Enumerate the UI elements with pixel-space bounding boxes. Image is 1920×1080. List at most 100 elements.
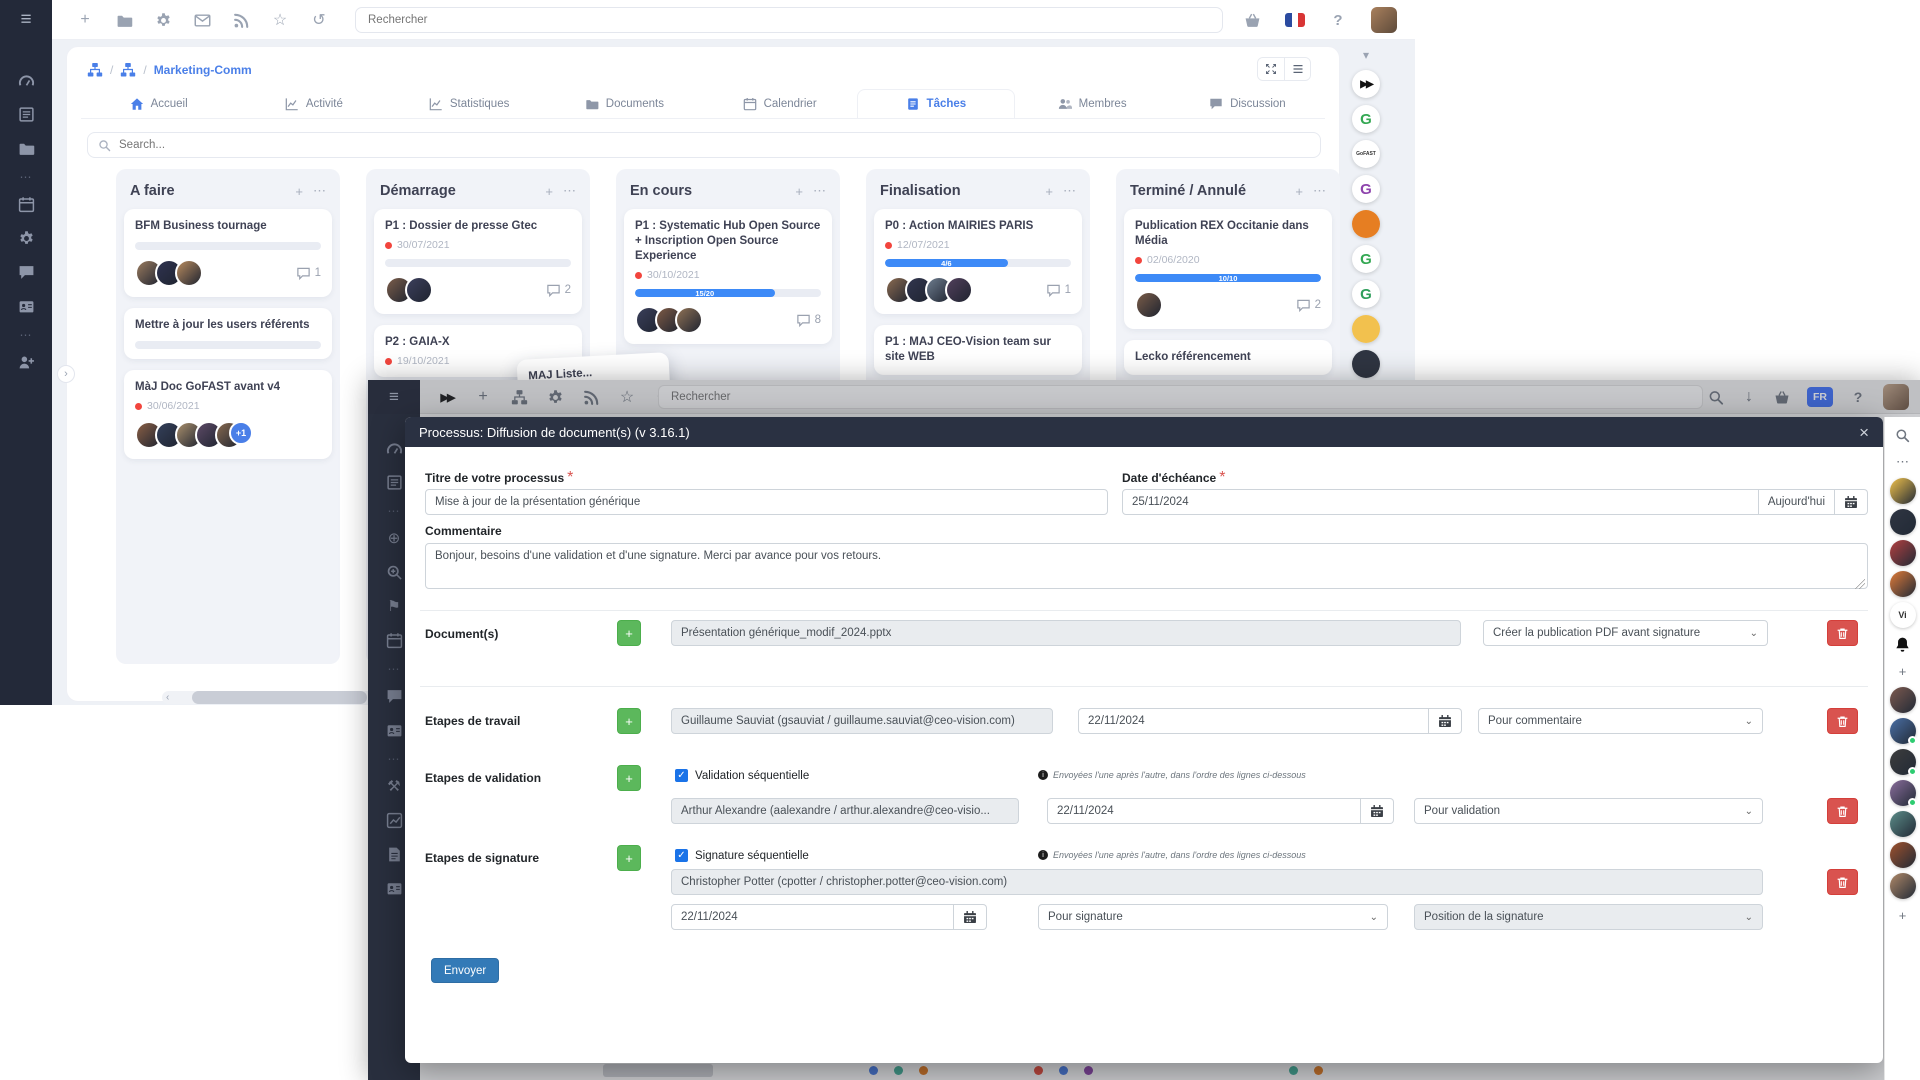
tab-accueil[interactable]: Accueil [81,89,236,118]
folder-icon[interactable] [115,11,133,29]
rail-search-icon[interactable] [1890,424,1916,446]
sidebar-group-dots-icon[interactable]: ⋯ [20,328,33,342]
gofast-logo[interactable]: GoFAST [1352,140,1380,168]
mail-icon[interactable] [193,11,211,29]
list-view-icon[interactable] [1284,58,1310,80]
card-comments[interactable]: 1 [296,266,321,281]
more-assignees-badge[interactable]: +1 [229,421,253,445]
language-flag-fr[interactable] [1285,13,1305,27]
card-comments[interactable]: 8 [796,313,821,328]
rail-logo[interactable]: Vi [1890,602,1916,628]
task-card[interactable]: P0 : Action MAIRIES PARIS12/07/20214/61 [874,209,1082,314]
board-search-input[interactable] [119,139,1310,151]
help-icon[interactable]: ? [1329,11,1347,29]
add-card-icon[interactable]: + [1045,184,1053,199]
task-card[interactable]: Mettre à jour les users référents [124,308,332,359]
signature-sequential-checkbox[interactable]: ✓ [675,849,688,862]
user-avatar[interactable] [1371,7,1397,33]
textarea-resize-grip[interactable] [1855,579,1865,589]
calendar-icon[interactable] [1835,489,1868,515]
workspace-icon[interactable] [120,62,136,78]
signature-date-input[interactable] [671,904,954,930]
task-card[interactable]: BFM Business tournage1 [124,209,332,297]
delete-signature-button[interactable] [1827,869,1858,895]
task-card[interactable]: MàJ Doc GoFAST avant v430/06/2021+1 [124,370,332,459]
gofast-space-purple[interactable]: G [1352,175,1380,203]
scroll-left-icon[interactable]: ‹ [162,692,173,703]
add-document-button[interactable]: + [617,620,641,646]
add-card-icon[interactable]: + [295,184,303,199]
document-option-select[interactable]: Créer la publication PDF avant signature… [1483,620,1768,646]
card-comments[interactable]: 1 [1046,283,1071,298]
tab-documents[interactable]: Documents [547,89,702,118]
delete-validation-button[interactable] [1827,798,1858,824]
rail-avatar[interactable] [1890,687,1916,713]
tab-calendrier[interactable]: Calendrier [702,89,857,118]
basket-icon[interactable] [1243,11,1261,29]
star-icon[interactable]: ☆ [271,11,289,29]
add-travail-button[interactable]: + [617,708,641,734]
today-button[interactable]: Aujourd'hui [1759,489,1835,515]
sidebar-item-form-icon[interactable] [16,104,36,124]
task-card[interactable]: Publication REX Occitanie dans Média02/0… [1124,209,1332,329]
card-comments[interactable]: 2 [1296,298,1321,313]
rail-avatar[interactable] [1890,842,1916,868]
rail-avatar[interactable] [1890,873,1916,899]
rail-collapse-icon[interactable]: ▾ [1363,48,1369,62]
tab-tâches[interactable]: Tâches [857,89,1014,118]
sidebar-item-gear-icon[interactable] [16,228,36,248]
space-dark[interactable] [1352,350,1380,378]
task-card[interactable]: P1 : Systematic Hub Open Source + Inscri… [624,209,832,344]
column-more-icon[interactable]: ⋯ [813,183,826,199]
space-beer[interactable] [1352,315,1380,343]
signature-position-select[interactable]: Position de la signature⌄ [1414,904,1763,930]
task-card[interactable]: P1 : Dossier de presse Gtec30/07/20212 [374,209,582,314]
scrollbar-thumb[interactable] [192,691,367,704]
expand-view-icon[interactable] [1258,58,1284,80]
validation-sequential-checkbox[interactable]: ✓ [675,769,688,782]
calendar-icon[interactable] [1429,708,1462,734]
titre-input[interactable] [425,489,1108,515]
gofast-space-green[interactable]: G [1352,105,1380,133]
space-multicolor[interactable] [1352,210,1380,238]
gofast-space-green-3[interactable]: G [1352,280,1380,308]
gofast-space-green-2[interactable]: G [1352,245,1380,273]
fast-forward-workspace[interactable]: ▶▶ [1352,70,1380,98]
calendar-icon[interactable] [1361,798,1394,824]
delete-document-button[interactable] [1827,620,1858,646]
menu-toggle-icon[interactable]: ≡ [0,0,52,40]
signature-person-input[interactable] [671,869,1763,895]
add-card-icon[interactable]: + [795,184,803,199]
validation-date-input[interactable] [1047,798,1361,824]
rail-avatar[interactable] [1890,509,1916,535]
rail-emoji-chart[interactable] [1890,571,1916,597]
date-echeance-input[interactable] [1122,489,1759,515]
column-more-icon[interactable]: ⋯ [1063,183,1076,199]
panel-expand-chevron[interactable]: › [57,365,75,383]
add-card-icon[interactable]: + [1295,184,1303,199]
rail-add-icon[interactable]: + [1890,660,1916,682]
travail-date-input[interactable] [1078,708,1429,734]
workspace-icon[interactable] [87,62,103,78]
task-card[interactable]: P1 : MAJ CEO-Vision team sur site WEB [874,325,1082,375]
calendar-icon[interactable] [954,904,987,930]
rail-emoji-cake[interactable] [1890,540,1916,566]
travail-option-select[interactable]: Pour commentaire⌄ [1478,708,1763,734]
sidebar-item-folder-icon[interactable] [16,138,36,158]
document-input[interactable] [671,620,1461,646]
rail-emoji-beer[interactable] [1890,478,1916,504]
gear-icon[interactable] [154,11,172,29]
envoyer-button[interactable]: Envoyer [431,958,499,983]
tab-statistiques[interactable]: Statistiques [392,89,547,118]
sidebar-group-dots-icon[interactable]: ⋯ [20,170,33,184]
history-icon[interactable]: ↺ [310,11,328,29]
bell-icon[interactable] [1890,633,1916,655]
sidebar-item-gauge-icon[interactable] [16,70,36,90]
add-signature-button[interactable]: + [617,845,641,871]
sidebar-item-peopleplus-icon[interactable] [16,352,36,372]
plus-icon[interactable]: + [76,11,94,29]
column-more-icon[interactable]: ⋯ [313,183,326,199]
rss-icon[interactable] [232,11,250,29]
column-more-icon[interactable]: ⋯ [1313,183,1326,199]
close-icon[interactable]: × [1859,424,1869,441]
